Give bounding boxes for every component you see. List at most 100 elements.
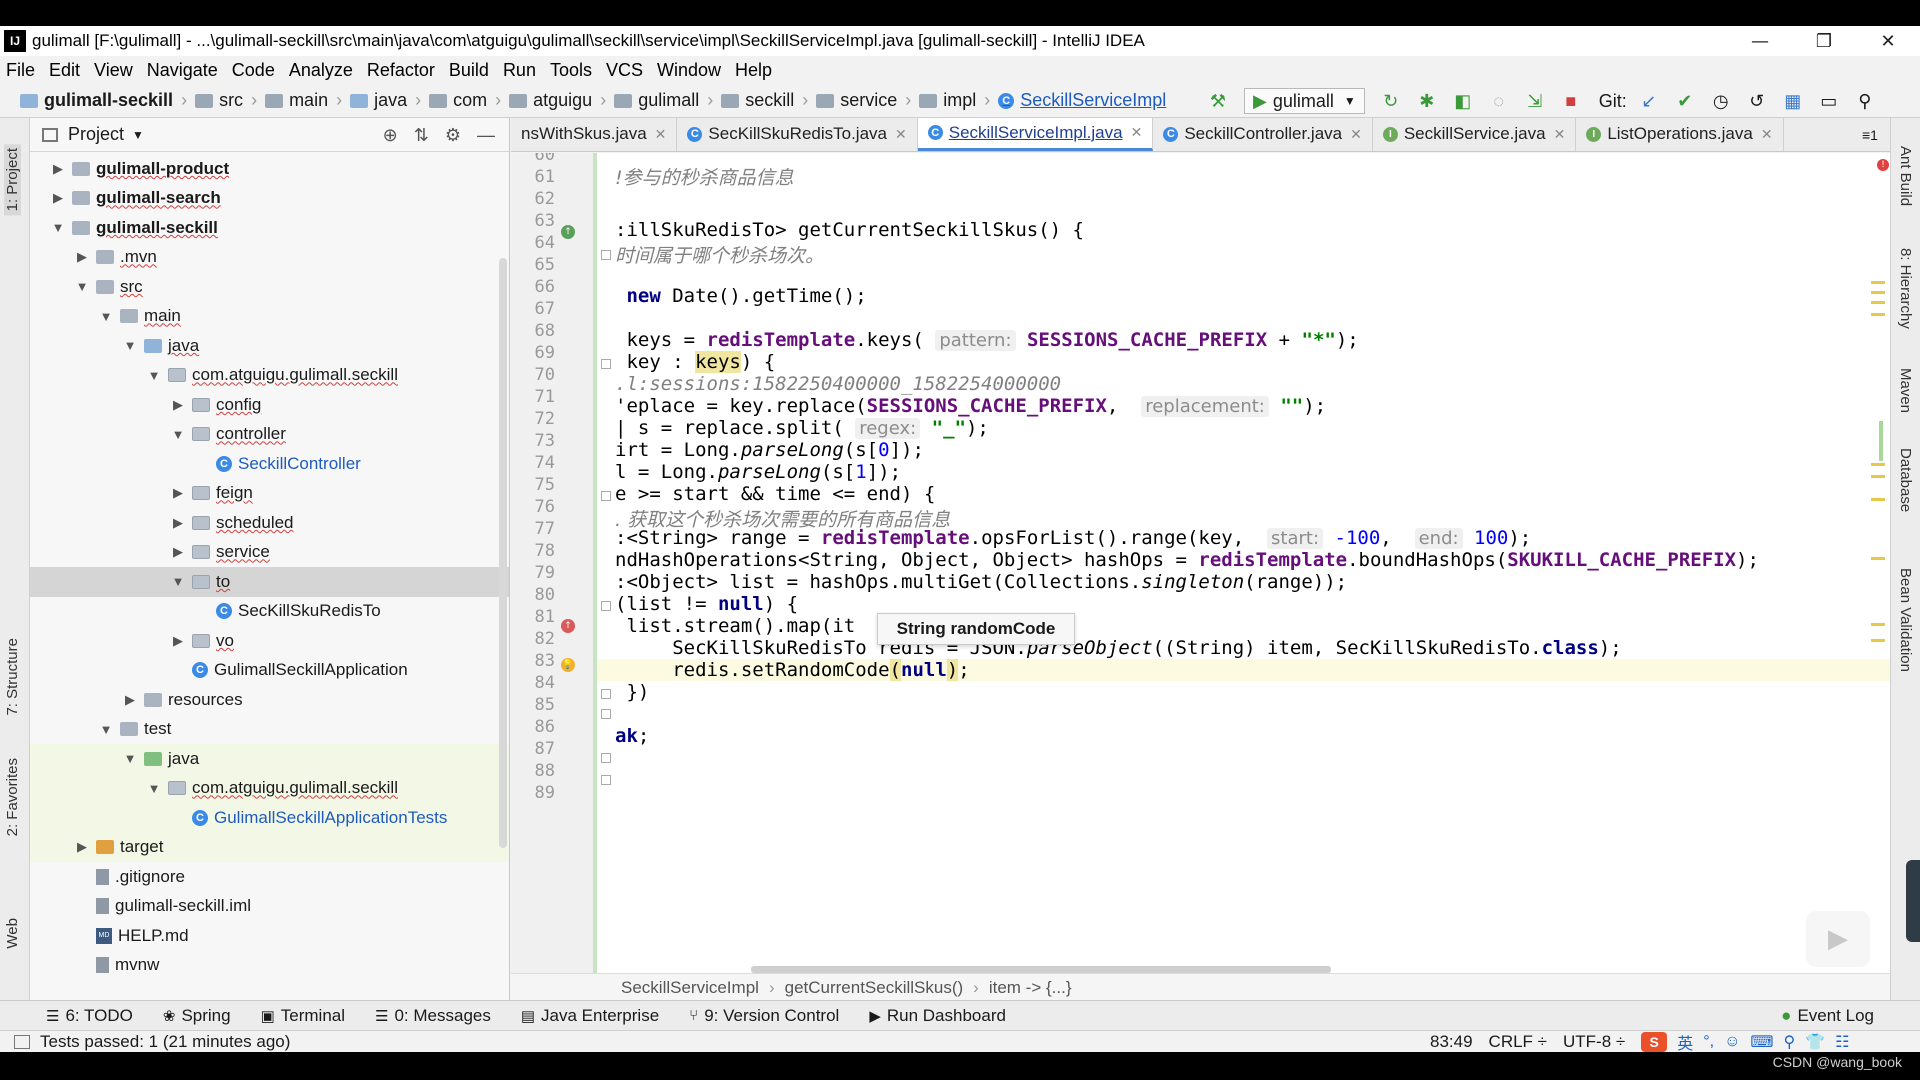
editor-tab[interactable]: C SecKillSkuRedisTo.java ✕ [677, 118, 918, 151]
menu-refactor[interactable]: Refactor [367, 60, 435, 81]
tree-item[interactable]: ▼ test [30, 715, 509, 745]
git-history-icon[interactable]: ◷ [1708, 88, 1734, 114]
chevron-right-icon[interactable]: ▶ [74, 839, 90, 855]
warning-stripe[interactable] [1871, 463, 1885, 466]
build-hammer-icon[interactable]: ⚒ [1205, 88, 1231, 114]
tree-item[interactable]: ▼ java [30, 331, 509, 361]
tree-item[interactable]: ▼ controller [30, 420, 509, 450]
warning-stripe[interactable] [1871, 498, 1885, 501]
close-tab-icon[interactable]: ✕ [1131, 124, 1143, 141]
warning-stripe[interactable] [1871, 291, 1885, 294]
fold-marker-icon[interactable] [601, 250, 611, 260]
warning-stripe[interactable] [1871, 301, 1885, 304]
attach-icon[interactable]: ⇲ [1522, 88, 1548, 114]
tree-item[interactable]: ▶ config [30, 390, 509, 420]
project-scrollbar[interactable] [499, 258, 507, 848]
side-tab-ant-build[interactable]: Ant Build [1897, 146, 1914, 206]
side-tab-hierarchy[interactable]: 8: Hierarchy [1897, 248, 1914, 329]
menu-navigate[interactable]: Navigate [147, 60, 218, 81]
more-tabs-icon[interactable]: ≡1 [1850, 118, 1890, 151]
chevron-down-icon[interactable]: ▼ [98, 309, 114, 324]
chevron-down-icon[interactable]: ▼ [170, 427, 186, 442]
warning-stripe[interactable] [1871, 623, 1885, 626]
chevron-right-icon[interactable]: ▶ [50, 190, 66, 206]
minimize-icon[interactable]: — [1728, 26, 1792, 56]
fold-marker-icon[interactable] [601, 689, 611, 699]
tree-item[interactable]: ▼ to [30, 567, 509, 597]
tree-item[interactable]: ▶ vo [30, 626, 509, 656]
code-crumb-lambda[interactable]: item -> {...} [989, 978, 1072, 998]
nav-crumb-impl[interactable]: impl [919, 90, 976, 111]
side-tab-favorites[interactable]: 2: Favorites [4, 758, 21, 836]
event-log-button[interactable]: ● Event Log [1781, 1001, 1874, 1031]
tree-item[interactable]: ▶ gulimall-search [30, 184, 509, 214]
ime-language[interactable]: 英 [1677, 1030, 1693, 1054]
tree-item[interactable]: C GulimallSeckillApplicationTests [30, 803, 509, 833]
code-crumb-method[interactable]: getCurrentSeckillSkus() [785, 978, 964, 998]
menu-help[interactable]: Help [735, 60, 772, 81]
error-indicator-icon[interactable]: ! [1877, 159, 1889, 171]
tree-item[interactable]: .gitignore [30, 862, 509, 892]
tree-item[interactable]: C GulimallSeckillApplication [30, 656, 509, 686]
tree-item[interactable]: ▶ resources [30, 685, 509, 715]
nav-crumb-module[interactable]: gulimall-seckill [20, 90, 173, 111]
nav-crumb-service[interactable]: service [816, 90, 897, 111]
tool-window-button[interactable]: ☰ 0: Messages [375, 1006, 491, 1026]
rerun-icon[interactable]: ↻ [1378, 88, 1404, 114]
locate-target-icon[interactable]: ⊕ [383, 125, 398, 146]
profile-icon[interactable]: ◌ [1486, 88, 1512, 114]
chevron-down-icon[interactable]: ▼ [74, 279, 90, 294]
tree-item[interactable]: C SeckillController [30, 449, 509, 479]
tree-item[interactable]: MD HELP.md [30, 921, 509, 951]
close-window-icon[interactable]: ✕ [1856, 26, 1920, 56]
side-drawer-handle[interactable] [1906, 860, 1920, 942]
warning-stripe[interactable] [1871, 557, 1885, 560]
fold-marker-icon[interactable] [601, 709, 611, 719]
tree-item[interactable]: ▼ src [30, 272, 509, 302]
menu-view[interactable]: View [94, 60, 133, 81]
fold-marker-icon[interactable] [601, 601, 611, 611]
side-tab-web[interactable]: Web [4, 918, 21, 949]
collapse-all-icon[interactable]: ⇅ [414, 125, 429, 146]
menu-tools[interactable]: Tools [550, 60, 592, 81]
ime-emoji-icon[interactable]: ☺ [1724, 1033, 1740, 1051]
override-marker-icon[interactable]: ↑ [561, 619, 575, 633]
chevron-right-icon[interactable]: ▶ [170, 544, 186, 560]
editor-tab[interactable]: I SeckillService.java ✕ [1373, 118, 1577, 151]
ime-skin-icon[interactable]: 👕 [1805, 1032, 1825, 1052]
gear-icon[interactable]: ⚙ [445, 125, 461, 146]
chevron-right-icon[interactable]: ▶ [170, 633, 186, 649]
git-update-icon[interactable]: ↙ [1636, 88, 1662, 114]
toggle-panels-icon[interactable] [14, 1034, 30, 1049]
tool-window-button[interactable]: ▶ Run Dashboard [869, 1006, 1006, 1026]
ime-toolbox-icon[interactable]: ☷ [1835, 1032, 1849, 1052]
menu-edit[interactable]: Edit [49, 60, 80, 81]
chevron-down-icon[interactable]: ▼ [122, 751, 138, 766]
stop-icon[interactable]: ■ [1558, 88, 1584, 114]
side-tab-structure[interactable]: 7: Structure [4, 638, 21, 716]
sdk-icon[interactable]: ▭ [1816, 88, 1842, 114]
chevron-right-icon[interactable]: ▶ [170, 397, 186, 413]
close-tab-icon[interactable]: ✕ [1350, 126, 1362, 143]
tree-item[interactable]: ▼ gulimall-seckill [30, 213, 509, 243]
side-tab-database[interactable]: Database [1897, 448, 1914, 512]
editor-tab[interactable]: I ListOperations.java ✕ [1576, 118, 1784, 151]
chevron-down-icon[interactable]: ▼ [132, 128, 144, 142]
warning-stripe[interactable] [1871, 281, 1885, 284]
editor-tab[interactable]: C SeckillController.java ✕ [1153, 118, 1373, 151]
search-icon[interactable]: ⚲ [1852, 88, 1878, 114]
hide-panel-icon[interactable]: — [477, 125, 495, 146]
intention-bulb-icon[interactable]: 💡 [561, 658, 575, 672]
tool-window-button[interactable]: ❀ Spring [163, 1006, 231, 1026]
editor-tab[interactable]: nsWithSkus.java ✕ [511, 118, 678, 151]
run-configuration-select[interactable]: ▶ gulimall ▼ [1244, 88, 1365, 114]
close-tab-icon[interactable]: ✕ [655, 126, 667, 143]
tree-item[interactable]: ▶ feign [30, 479, 509, 509]
nav-crumb-main[interactable]: main [265, 90, 328, 111]
side-tab-bean-validation[interactable]: Bean Validation [1897, 568, 1914, 672]
close-tab-icon[interactable]: ✕ [1761, 126, 1773, 143]
menu-vcs[interactable]: VCS [606, 60, 643, 81]
chevron-right-icon[interactable]: ▶ [122, 692, 138, 708]
tree-item[interactable]: ▶ gulimall-product [30, 154, 509, 184]
tree-item[interactable]: ▶ target [30, 832, 509, 862]
